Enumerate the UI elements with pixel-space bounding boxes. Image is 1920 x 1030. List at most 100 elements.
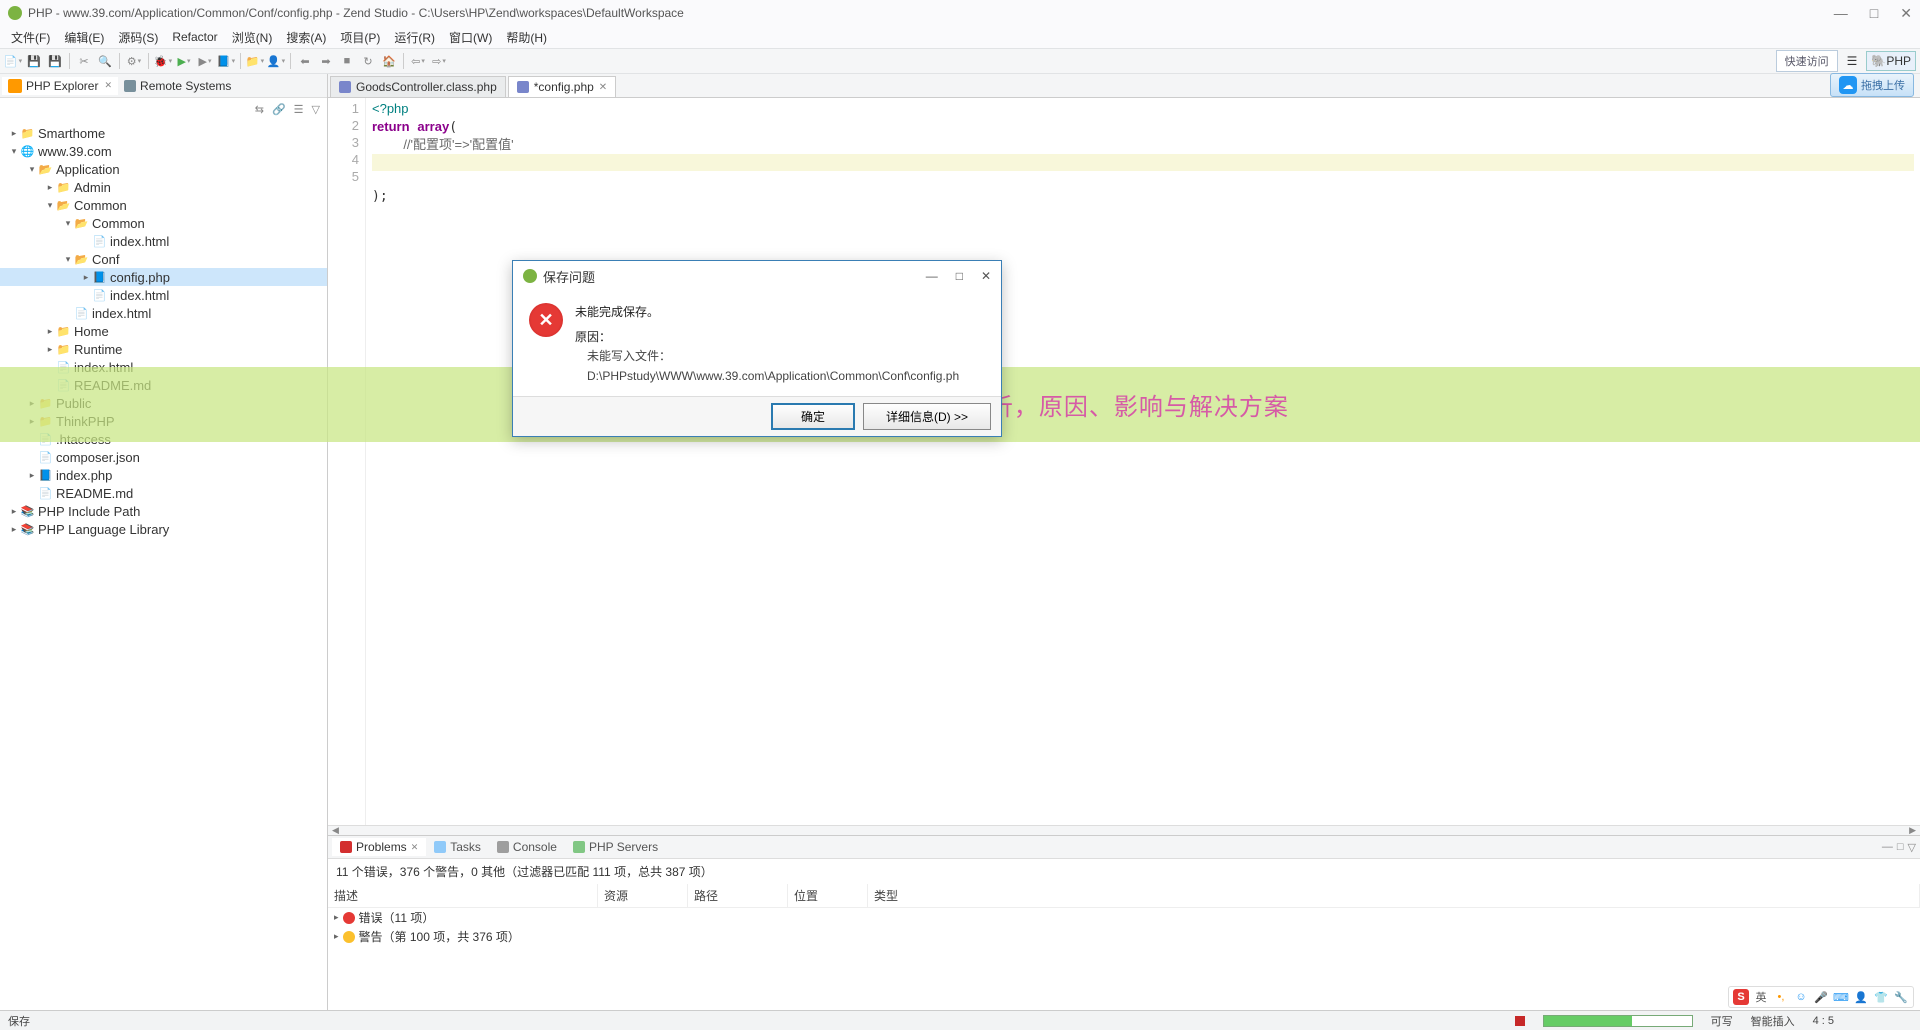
dialog-minimize-button[interactable]: —: [926, 269, 938, 283]
filter-icon[interactable]: ☰: [291, 102, 307, 117]
tree-toggle-icon[interactable]: ▸: [44, 182, 56, 193]
tree-item-Home[interactable]: ▸📁Home: [0, 322, 327, 340]
tree-item-index.html[interactable]: 📄index.html: [0, 304, 327, 322]
tree-item-Common[interactable]: ▾📂Common: [0, 214, 327, 232]
run-button[interactable]: ▶: [175, 52, 193, 70]
ime-user-icon[interactable]: 👤: [1853, 989, 1869, 1005]
upload-widget[interactable]: ☁ 拖拽上传: [1830, 73, 1914, 97]
menu-窗口(W)[interactable]: 窗口(W): [442, 27, 499, 48]
tree-item-index.php[interactable]: ▸📘index.php: [0, 466, 327, 484]
menu-编辑(E)[interactable]: 编辑(E): [57, 27, 111, 48]
tree-item-Application[interactable]: ▾📂Application: [0, 160, 327, 178]
profile-button[interactable]: 👤: [267, 52, 285, 70]
tab-php-servers[interactable]: PHP Servers: [565, 838, 666, 856]
view-menu-icon[interactable]: ▽: [309, 102, 323, 117]
dialog-maximize-button[interactable]: □: [956, 269, 963, 283]
php-button[interactable]: 📘: [217, 52, 235, 70]
menu-源码(S)[interactable]: 源码(S): [111, 27, 165, 48]
nav-back-button[interactable]: ⇦: [409, 52, 427, 70]
tree-toggle-icon[interactable]: ▸: [44, 326, 56, 337]
tree-item-Admin[interactable]: ▸📁Admin: [0, 178, 327, 196]
tree-toggle-icon[interactable]: ▸: [8, 506, 20, 517]
tree-item-Conf[interactable]: ▾📂Conf: [0, 250, 327, 268]
tree-item-PHP Include Path[interactable]: ▸📚PHP Include Path: [0, 502, 327, 520]
new-folder-button[interactable]: 📁: [246, 52, 264, 70]
code-editor[interactable]: 12345 <?php return array( //'配置项'=>'配置值'…: [328, 98, 1920, 825]
ime-emoji-icon[interactable]: ☺: [1793, 989, 1809, 1005]
menu-搜索(A)[interactable]: 搜索(A): [279, 27, 333, 48]
ime-keyboard-icon[interactable]: ⌨: [1833, 989, 1849, 1005]
tree-toggle-icon[interactable]: ▸: [8, 524, 20, 535]
tab-php-explorer[interactable]: PHP Explorer ✕: [2, 77, 118, 95]
stop-button[interactable]: ■: [338, 52, 356, 70]
open-perspective-button[interactable]: ☰: [1842, 51, 1863, 71]
tab-tasks[interactable]: Tasks: [426, 838, 489, 856]
maximize-button[interactable]: □: [1870, 5, 1878, 22]
stop-indicator-icon[interactable]: [1515, 1016, 1525, 1026]
tree-item-Runtime[interactable]: ▸📁Runtime: [0, 340, 327, 358]
new-button[interactable]: 📄: [4, 52, 22, 70]
menu-项目(P)[interactable]: 项目(P): [333, 27, 387, 48]
ime-mic-icon[interactable]: 🎤: [1813, 989, 1829, 1005]
file-tree[interactable]: ▸📁Smarthome▾🌐www.39.com▾📂Application▸📁Ad…: [0, 120, 327, 1010]
tree-item-index.html[interactable]: 📄index.html: [0, 286, 327, 304]
tool-button[interactable]: ⚙: [125, 52, 143, 70]
tree-item-composer.json[interactable]: 📄composer.json: [0, 448, 327, 466]
ime-mode[interactable]: 英: [1753, 989, 1769, 1005]
problems-group[interactable]: ▸错误（11 项）: [328, 908, 1920, 927]
back-button[interactable]: ⬅: [296, 52, 314, 70]
tree-toggle-icon[interactable]: ▾: [26, 164, 38, 175]
tree-toggle-icon[interactable]: ▾: [8, 146, 20, 157]
menu-Refactor[interactable]: Refactor: [165, 28, 224, 46]
menu-帮助(H)[interactable]: 帮助(H): [499, 27, 554, 48]
tree-toggle-icon[interactable]: ▾: [62, 254, 74, 265]
tree-item-PHP Language Library[interactable]: ▸📚PHP Language Library: [0, 520, 327, 538]
quick-access-input[interactable]: 快速访问: [1776, 50, 1838, 72]
ime-settings-icon[interactable]: 🔧: [1893, 989, 1909, 1005]
maximize-panel-icon[interactable]: □: [1897, 841, 1904, 854]
debug-button[interactable]: 🐞: [154, 52, 172, 70]
horizontal-scrollbar[interactable]: ◀ ▶: [328, 825, 1920, 835]
problems-group[interactable]: ▸警告（第 100 项，共 376 项）: [328, 927, 1920, 946]
forward-button[interactable]: ➡: [317, 52, 335, 70]
panel-menu-icon[interactable]: ▽: [1908, 841, 1916, 854]
refresh-button[interactable]: ↻: [359, 52, 377, 70]
expand-icon[interactable]: ▸: [334, 931, 339, 942]
tree-item-Common[interactable]: ▾📂Common: [0, 196, 327, 214]
tree-toggle-icon[interactable]: ▸: [8, 128, 20, 139]
ime-skin-icon[interactable]: 👕: [1873, 989, 1889, 1005]
tree-toggle-icon[interactable]: ▸: [26, 470, 38, 481]
cut-icon[interactable]: ✂: [75, 52, 93, 70]
php-perspective-button[interactable]: 🐘 PHP: [1866, 51, 1916, 71]
tree-item-README.md[interactable]: 📄README.md: [0, 484, 327, 502]
tree-toggle-icon[interactable]: ▸: [80, 272, 92, 283]
collapse-all-icon[interactable]: ⇆: [252, 102, 267, 117]
sogou-icon[interactable]: S: [1733, 989, 1749, 1005]
dialog-close-button[interactable]: ✕: [981, 269, 991, 283]
menu-文件(F)[interactable]: 文件(F): [4, 27, 57, 48]
code-content[interactable]: <?php return array( //'配置项'=>'配置值' );: [366, 98, 1920, 825]
details-button[interactable]: 详细信息(D) >>: [863, 403, 991, 430]
expand-icon[interactable]: ▸: [334, 912, 339, 923]
tree-toggle-icon[interactable]: ▾: [62, 218, 74, 229]
ime-toolbar[interactable]: S 英 •, ☺ 🎤 ⌨ 👤 👕 🔧: [1728, 986, 1914, 1008]
tree-toggle-icon[interactable]: ▸: [44, 344, 56, 355]
close-button[interactable]: ✕: [1900, 5, 1912, 22]
tree-toggle-icon[interactable]: ▾: [44, 200, 56, 211]
tree-item-Smarthome[interactable]: ▸📁Smarthome: [0, 124, 327, 142]
minimize-button[interactable]: —: [1834, 5, 1848, 22]
ime-punct-icon[interactable]: •,: [1773, 989, 1789, 1005]
problems-table[interactable]: 描述 资源 路径 位置 类型 ▸错误（11 项）▸警告（第 100 项，共 37…: [328, 884, 1920, 1010]
tab-config-php[interactable]: *config.php ✕: [508, 76, 616, 97]
close-tab-icon[interactable]: ✕: [599, 82, 607, 93]
save-all-button[interactable]: 💾: [46, 52, 64, 70]
tree-item-index.html[interactable]: 📄index.html: [0, 232, 327, 250]
ok-button[interactable]: 确定: [771, 403, 855, 430]
menu-浏览(N)[interactable]: 浏览(N): [225, 27, 280, 48]
tab-problems[interactable]: Problems ✕: [332, 838, 426, 856]
tab-console[interactable]: Console: [489, 838, 565, 856]
menu-运行(R)[interactable]: 运行(R): [387, 27, 442, 48]
save-button[interactable]: 💾: [25, 52, 43, 70]
tree-item-www.39.com[interactable]: ▾🌐www.39.com: [0, 142, 327, 160]
nav-fwd-button[interactable]: ⇨: [430, 52, 448, 70]
